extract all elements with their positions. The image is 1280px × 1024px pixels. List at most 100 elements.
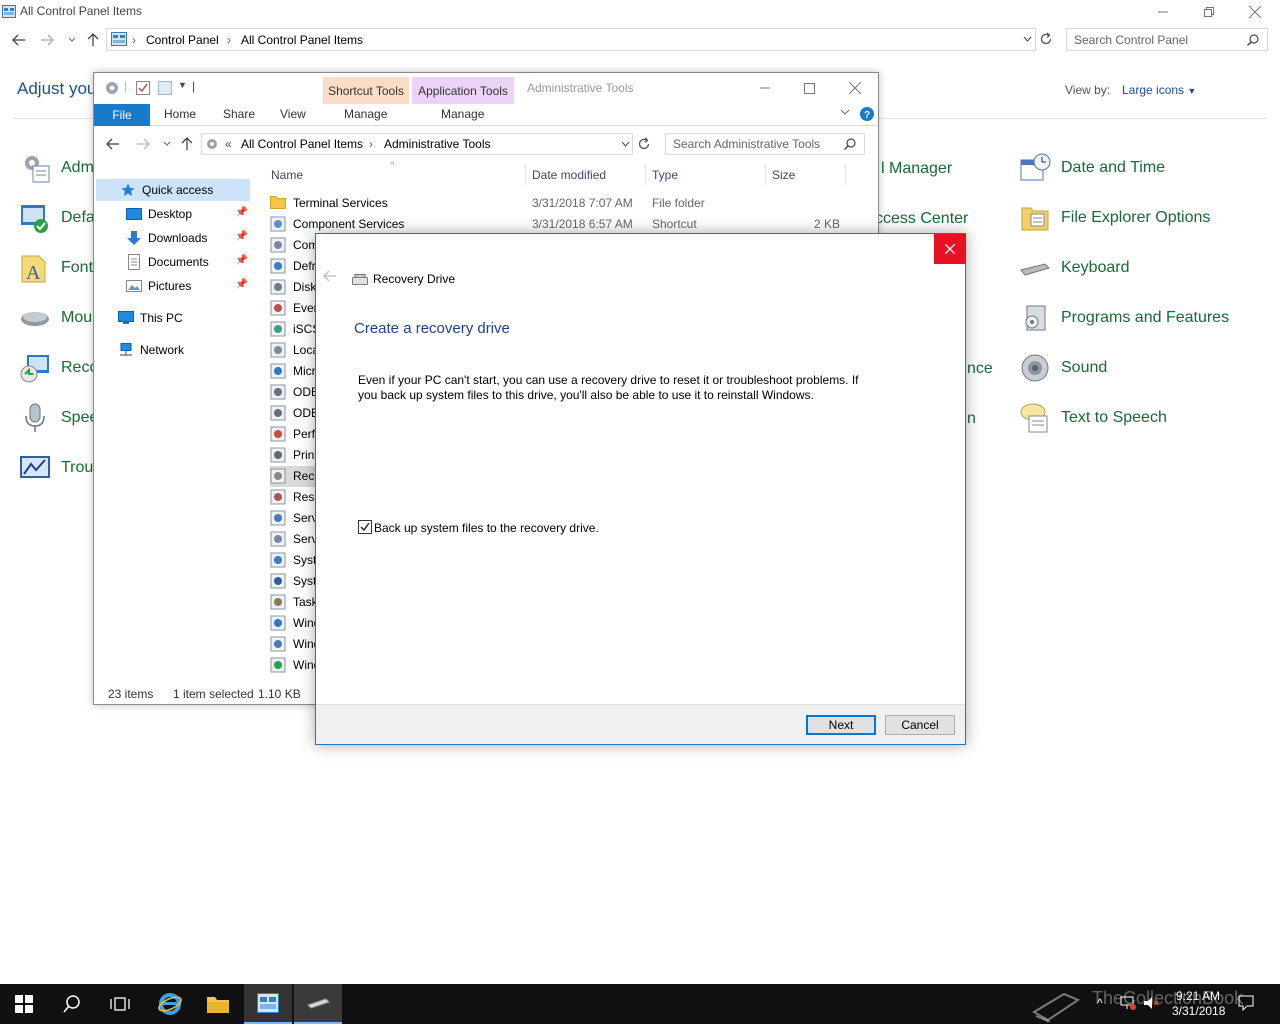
new-folder-icon[interactable] <box>158 81 172 95</box>
system-clock[interactable]: 9:21 AM 3/31/2018 <box>1172 989 1225 1019</box>
column-header-size[interactable]: Size <box>772 168 795 182</box>
breadcrumb-all-items[interactable]: All Control Panel Items <box>241 33 363 47</box>
refresh-icon[interactable] <box>1039 32 1053 46</box>
nav-downloads[interactable]: Downloads 📌 <box>126 227 248 249</box>
cp-item-administrative-tools[interactable]: Adm <box>19 151 94 185</box>
file-explorer-taskbar-button[interactable] <box>194 984 242 1024</box>
nav-desktop[interactable]: Desktop 📌 <box>126 203 248 225</box>
explorer-back-arrow-icon[interactable] <box>104 135 122 153</box>
file-row[interactable]: Component Services 3/31/2018 6:57 AM Short… <box>270 214 840 235</box>
tab-file[interactable]: File <box>94 104 150 126</box>
cp-item-text-to-speech[interactable]: Text to Speech <box>1019 401 1167 435</box>
cp-item-speech-recognition[interactable]: Spee <box>19 401 98 435</box>
control-panel-taskbar-button[interactable] <box>244 984 292 1024</box>
column-separator[interactable] <box>645 163 646 185</box>
tab-view[interactable]: View <box>280 107 306 121</box>
back-arrow-icon[interactable] <box>10 31 28 49</box>
breadcrumb-control-panel[interactable]: Control Panel <box>146 33 219 47</box>
explorer-minimize-button[interactable] <box>742 76 788 100</box>
file-row[interactable]: Terminal Services 3/31/2018 7:07 AM File f… <box>270 193 840 214</box>
minimize-button[interactable] <box>1140 0 1186 24</box>
breadcrumb-all-items[interactable]: All Control Panel Items <box>241 137 363 151</box>
network-status-icon[interactable] <box>1120 996 1136 1010</box>
explorer-refresh-icon[interactable] <box>637 137 651 151</box>
breadcrumb-administrative-tools[interactable]: Administrative Tools <box>384 137 491 151</box>
search-icon[interactable] <box>844 138 856 150</box>
nav-quick-access[interactable]: Quick access <box>96 179 250 201</box>
internet-explorer-taskbar-button[interactable] <box>146 984 194 1024</box>
cp-item-mouse[interactable]: Mou <box>19 301 92 335</box>
cp-item-date-and-time[interactable]: Date and Time <box>1019 151 1165 185</box>
column-separator[interactable] <box>765 163 766 185</box>
cp-item-performance-fragment[interactable]: nce <box>967 360 993 378</box>
explorer-search-input[interactable]: Search Administrative Tools <box>665 133 865 155</box>
cp-item-sound[interactable]: Sound <box>1019 351 1107 385</box>
expand-ribbon-icon[interactable] <box>840 109 850 116</box>
backup-system-files-checkbox[interactable] <box>358 520 372 534</box>
column-separator[interactable] <box>845 163 846 185</box>
nav-documents[interactable]: Documents 📌 <box>126 251 248 273</box>
column-header-name[interactable]: Name <box>271 168 303 182</box>
help-icon[interactable]: ? <box>860 107 874 121</box>
properties-gear-icon[interactable] <box>104 80 120 96</box>
tab-home[interactable]: Home <box>164 107 196 121</box>
cp-item-keyboard[interactable]: Keyboard <box>1019 251 1130 285</box>
address-dropdown-icon[interactable] <box>1023 36 1032 42</box>
recent-locations-icon[interactable] <box>63 31 81 49</box>
cp-item-file-explorer-options[interactable]: File Explorer Options <box>1019 201 1210 235</box>
customize-qat-icon[interactable]: ▼ <box>178 80 187 90</box>
control-panel-search-input[interactable]: Search Control Panel <box>1066 28 1268 51</box>
nav-this-pc[interactable]: This PC <box>118 307 183 329</box>
cp-item-recovery[interactable]: Reco <box>19 351 98 385</box>
cp-item-fonts[interactable]: A Font <box>19 251 93 285</box>
explorer-close-button[interactable] <box>832 76 878 100</box>
task-view-button[interactable] <box>96 984 144 1024</box>
pin-icon[interactable]: 📌 <box>236 255 248 266</box>
notifications-icon[interactable] <box>1238 995 1254 1011</box>
forward-arrow-icon[interactable] <box>38 31 56 49</box>
pin-icon[interactable]: 📌 <box>236 279 248 290</box>
check-properties-icon[interactable] <box>136 81 150 95</box>
tab-shortcut-manage[interactable]: Manage <box>344 107 387 121</box>
cp-item-programs-and-features[interactable]: Programs and Features <box>1019 301 1229 335</box>
backup-system-files-label[interactable]: Back up system files to the recovery dri… <box>374 521 599 535</box>
tab-shortcut-tools[interactable]: Shortcut Tools <box>323 77 409 104</box>
cp-item-device-manager-fragment[interactable]: l Manager <box>881 160 952 178</box>
next-button[interactable]: Next <box>806 715 876 735</box>
up-arrow-icon[interactable] <box>84 31 102 49</box>
view-by-dropdown[interactable]: Large icons ▼ <box>1122 83 1196 97</box>
explorer-address-bar[interactable]: « All Control Panel Items › Administrati… <box>201 133 633 155</box>
search-button[interactable] <box>48 984 96 1024</box>
dialog-back-arrow-icon[interactable] <box>323 270 337 282</box>
breadcrumb-overflow-icon[interactable]: « <box>225 137 232 151</box>
search-icon[interactable] <box>1247 34 1259 46</box>
restore-button[interactable] <box>1186 0 1232 24</box>
explorer-maximize-button[interactable] <box>786 76 832 100</box>
cp-item-default-programs[interactable]: Defa <box>19 201 95 235</box>
pin-icon[interactable]: 📌 <box>236 207 248 218</box>
cp-item-fragment[interactable]: n <box>967 410 976 428</box>
nav-network[interactable]: Network <box>118 339 184 361</box>
volume-icon[interactable] <box>1143 996 1159 1010</box>
cp-item-ease-of-access-fragment[interactable]: ccess Center <box>875 210 968 228</box>
pin-icon[interactable]: 📌 <box>236 231 248 242</box>
dialog-close-button[interactable] <box>934 234 966 264</box>
show-hidden-icons-icon[interactable]: ^ <box>1097 996 1103 1010</box>
column-separator[interactable] <box>525 163 526 185</box>
start-button[interactable] <box>0 984 48 1024</box>
tab-application-manage[interactable]: Manage <box>441 107 484 121</box>
address-dropdown-icon[interactable] <box>621 141 630 147</box>
explorer-forward-arrow-icon[interactable] <box>134 135 152 153</box>
column-header-type[interactable]: Type <box>652 168 678 182</box>
address-bar[interactable]: › Control Panel › All Control Panel Item… <box>106 28 1036 51</box>
cancel-button[interactable]: Cancel <box>885 715 955 735</box>
nav-pictures[interactable]: Pictures 📌 <box>126 275 248 297</box>
explorer-recent-icon[interactable] <box>158 135 176 153</box>
tab-share[interactable]: Share <box>223 107 255 121</box>
recovery-drive-taskbar-button[interactable] <box>294 984 342 1024</box>
column-header-date[interactable]: Date modified <box>532 168 606 182</box>
close-button[interactable] <box>1232 0 1278 24</box>
tab-application-tools[interactable]: Application Tools <box>412 77 514 104</box>
explorer-up-arrow-icon[interactable] <box>178 135 196 153</box>
cp-item-troubleshooting[interactable]: Trou <box>19 451 93 485</box>
